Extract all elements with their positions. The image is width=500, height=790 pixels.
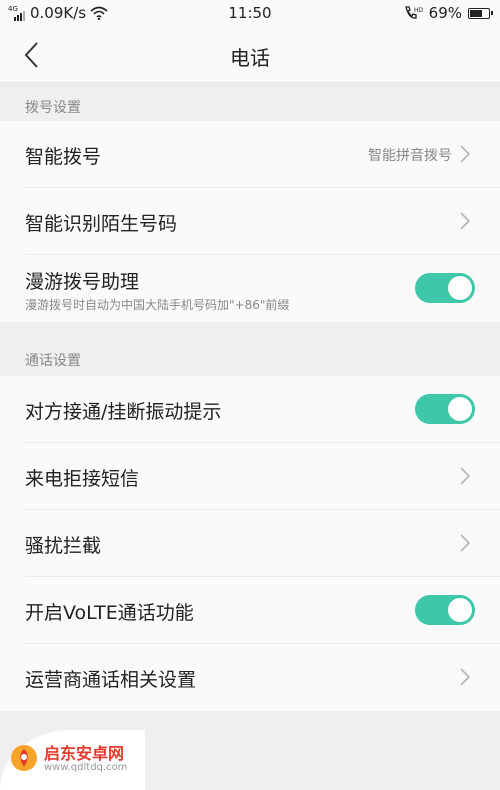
setting-value: 智能拼音拨号: [368, 148, 452, 164]
battery-icon: [468, 7, 493, 19]
setting-label: 智能拨号: [25, 146, 102, 168]
setting-row-harassment-block[interactable]: 骚扰拦截: [25, 510, 500, 577]
setting-label: 来电拒接短信: [25, 468, 140, 490]
setting-label: 智能识别陌生号码: [25, 213, 178, 235]
battery-percent: 69%: [428, 4, 462, 22]
setting-row-identify-unknown-numbers[interactable]: 智能识别陌生号码: [25, 188, 500, 255]
watermark-logo-icon: [11, 745, 37, 771]
chevron-right-icon: [460, 467, 471, 485]
settings-group-call: 对方接通/挂断振动提示 来电拒接短信 骚扰拦截 开启VoLTE通话功能 运营商通…: [0, 376, 500, 711]
chevron-right-icon: [460, 212, 471, 230]
chevron-right-icon: [460, 534, 471, 552]
volte-toggle[interactable]: [415, 595, 475, 625]
section-header-call-settings: 通话设置: [25, 353, 81, 369]
watermark-url: www.qdltdq.com: [44, 762, 128, 773]
roaming-assistant-toggle[interactable]: [415, 273, 475, 303]
setting-description: 漫游拨号时自动为中国大陆手机号码加"+86"前缀: [25, 298, 290, 312]
setting-label: 骚扰拦截: [25, 535, 102, 557]
setting-label: 漫游拨号助理: [25, 271, 140, 293]
nav-bar: 电话: [0, 28, 500, 83]
setting-row-reject-sms[interactable]: 来电拒接短信: [25, 443, 500, 510]
status-right: HD 69%: [403, 4, 493, 22]
setting-row-volte: 开启VoLTE通话功能: [25, 577, 500, 644]
setting-row-carrier-call-settings[interactable]: 运营商通话相关设置: [25, 644, 500, 711]
chevron-right-icon: [460, 145, 471, 163]
setting-label: 开启VoLTE通话功能: [25, 602, 194, 624]
hd-call-icon: HD: [404, 6, 423, 19]
setting-row-connect-vibrate: 对方接通/挂断振动提示: [25, 376, 500, 443]
svg-text:HD: HD: [414, 7, 423, 14]
connect-vibrate-toggle[interactable]: [415, 394, 475, 424]
setting-row-smart-dial[interactable]: 智能拨号 智能拼音拨号: [25, 121, 500, 188]
watermark: 启东安卓网 www.qdltdq.com: [0, 730, 145, 790]
settings-group-dial: 智能拨号 智能拼音拨号 智能识别陌生号码 漫游拨号助理 漫游拨号时自动为中国大陆…: [0, 121, 500, 322]
setting-label: 运营商通话相关设置: [25, 669, 197, 691]
setting-label: 对方接通/挂断振动提示: [25, 401, 222, 423]
chevron-right-icon: [460, 668, 471, 686]
watermark-name: 启东安卓网: [44, 744, 125, 763]
setting-row-roaming-assistant: 漫游拨号助理 漫游拨号时自动为中国大陆手机号码加"+86"前缀: [25, 255, 500, 322]
page-title: 电话: [230, 46, 270, 70]
status-bar: 4G 0.09K/s 11:50 HD 69%: [0, 0, 500, 28]
